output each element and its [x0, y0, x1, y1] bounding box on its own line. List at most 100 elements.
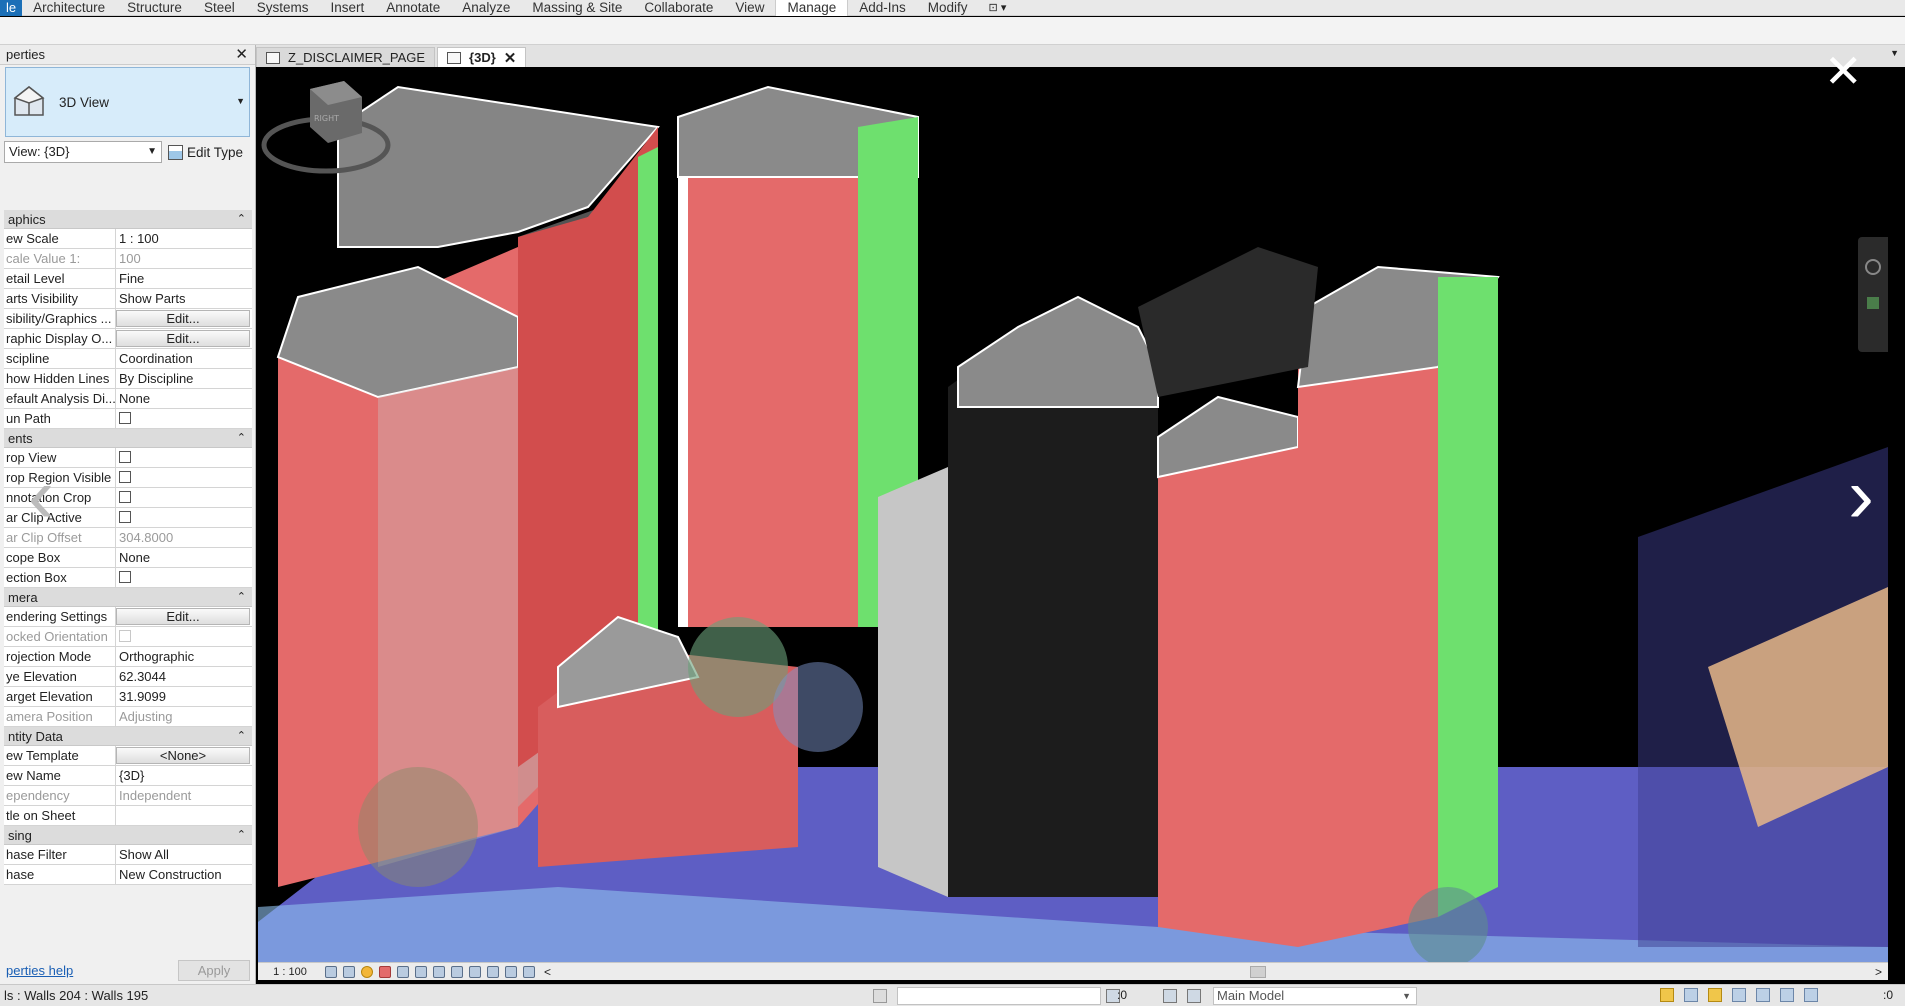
sun-path-icon[interactable] — [361, 965, 373, 978]
crop-view-icon[interactable] — [415, 965, 427, 978]
property-value[interactable]: New Construction — [116, 865, 252, 884]
design-options-icon[interactable] — [1163, 989, 1177, 1003]
detail-level-icon[interactable] — [325, 965, 337, 978]
filter-icon[interactable] — [1804, 988, 1818, 1002]
property-value: 100 — [119, 251, 141, 266]
lock-3d-view-icon[interactable] — [451, 965, 463, 978]
visual-style-icon[interactable] — [343, 965, 355, 978]
property-edit-button[interactable]: <None> — [116, 747, 250, 764]
property-value[interactable]: By Discipline — [116, 369, 252, 388]
property-value[interactable] — [116, 806, 252, 825]
scroll-right-arrow[interactable]: > — [1875, 965, 1882, 979]
select-links-icon[interactable] — [1660, 988, 1674, 1002]
shadows-icon[interactable] — [379, 965, 391, 978]
property-checkbox[interactable] — [119, 451, 131, 463]
instance-view-selector[interactable]: View: {3D} ▼ — [4, 141, 162, 163]
property-group-header[interactable]: aphics ⌃ — [4, 210, 252, 229]
horizontal-scroll-thumb[interactable] — [1250, 966, 1266, 978]
property-group-header[interactable]: ntity Data ⌃ — [4, 727, 252, 746]
viewer-close-icon[interactable]: ✕ — [1824, 48, 1863, 94]
property-value[interactable]: 62.3044 — [116, 667, 252, 686]
active-model-dropdown[interactable]: Main Model ▼ — [1213, 987, 1417, 1005]
select-pinned-icon[interactable] — [1708, 988, 1722, 1002]
property-checkbox[interactable] — [119, 471, 131, 483]
collapse-icon[interactable]: ⌃ — [237, 588, 246, 607]
reveal-hidden-icon[interactable] — [487, 965, 499, 978]
property-value[interactable]: Orthographic — [116, 647, 252, 666]
ribbon-tab-modify[interactable]: Modify — [917, 0, 979, 16]
property-edit-button[interactable]: Edit... — [116, 330, 250, 347]
ribbon-tab-steel[interactable]: Steel — [193, 0, 246, 16]
properties-close-icon[interactable]: ✕ — [235, 45, 248, 65]
temporary-hide-icon[interactable] — [469, 965, 481, 978]
crop-region-icon[interactable] — [433, 965, 445, 978]
type-selector[interactable]: 3D View ▼ — [5, 67, 250, 137]
property-value[interactable]: 31.9099 — [116, 687, 252, 706]
file-tab[interactable]: le — [0, 0, 23, 16]
background-processes-icon[interactable] — [1780, 988, 1794, 1002]
tab-disclaimer-page[interactable]: Z_DISCLAIMER_PAGE — [256, 47, 436, 67]
property-group-header[interactable]: ents ⌃ — [4, 429, 252, 448]
ribbon-tab-view[interactable]: View — [724, 0, 775, 16]
property-value[interactable]: Show Parts — [116, 289, 252, 308]
property-checkbox[interactable] — [119, 511, 131, 523]
ribbon-tab-insert[interactable]: Insert — [319, 0, 375, 16]
property-checkbox[interactable] — [119, 571, 131, 583]
property-value[interactable]: None — [116, 548, 252, 567]
ribbon-tab-massing-site[interactable]: Massing & Site — [521, 0, 633, 16]
steering-wheel-icon[interactable] — [1865, 259, 1881, 275]
worksets-icon[interactable] — [873, 989, 887, 1003]
property-checkbox[interactable] — [119, 491, 131, 503]
ribbon-tab-analyze[interactable]: Analyze — [451, 0, 521, 16]
viewer-next-arrow-icon[interactable]: › — [1848, 450, 1874, 541]
active-design-option-icon[interactable] — [1187, 989, 1201, 1003]
select-underlay-icon[interactable] — [1684, 988, 1698, 1002]
properties-help-link[interactable]: perties help — [6, 963, 73, 978]
property-value[interactable]: Fine — [116, 269, 252, 288]
tab-3d-view[interactable]: {3D} ✕ — [437, 47, 527, 67]
viewcube-icon[interactable]: RIGHT — [258, 67, 394, 177]
zoom-icon[interactable] — [1867, 297, 1879, 309]
active-workset-dropdown[interactable] — [897, 987, 1101, 1005]
ribbon-tab-systems[interactable]: Systems — [246, 0, 320, 16]
property-value[interactable]: None — [116, 389, 252, 408]
rendering-icon[interactable] — [397, 965, 409, 978]
ribbon-tab-collaborate[interactable]: Collaborate — [633, 0, 724, 16]
apply-button[interactable]: Apply — [178, 959, 250, 981]
property-group-header[interactable]: sing ⌃ — [4, 826, 252, 845]
property-value[interactable]: 1 : 100 — [116, 229, 252, 248]
collapse-icon[interactable]: ⌃ — [237, 826, 246, 845]
select-by-face-icon[interactable] — [1732, 988, 1746, 1002]
property-button-cell: Edit... — [116, 309, 252, 328]
status-text: ls : Walls 204 : Walls 195 — [4, 988, 149, 1003]
property-edit-button[interactable]: Edit... — [116, 310, 250, 327]
ribbon-tab-add-ins[interactable]: Add-Ins — [848, 0, 917, 16]
scroll-left-arrow[interactable]: < — [544, 965, 551, 979]
navigation-bar[interactable] — [1858, 237, 1888, 352]
ribbon-tab-architecture[interactable]: Architecture — [22, 0, 116, 16]
property-checkbox[interactable] — [119, 412, 131, 424]
edit-type-button[interactable]: Edit Type — [168, 144, 243, 160]
type-dropdown-arrow-icon[interactable]: ▼ — [236, 96, 245, 106]
analytical-model-icon[interactable] — [505, 965, 517, 978]
ribbon-tab-structure[interactable]: Structure — [116, 0, 193, 16]
highlight-displacement-icon[interactable] — [523, 965, 535, 978]
viewer-prev-arrow-icon[interactable]: ‹ — [28, 450, 54, 541]
collapse-icon[interactable]: ⌃ — [237, 429, 246, 448]
collapse-icon[interactable]: ⌃ — [237, 210, 246, 229]
ribbon-tab-annotate[interactable]: Annotate — [375, 0, 451, 16]
property-checkbox-cell — [116, 468, 252, 487]
drag-elements-icon[interactable] — [1756, 988, 1770, 1002]
collapse-icon[interactable]: ⌃ — [237, 727, 246, 746]
property-value[interactable]: {3D} — [116, 766, 252, 785]
property-value[interactable]: Coordination — [116, 349, 252, 368]
property-edit-button[interactable]: Edit... — [116, 608, 250, 625]
view-scale[interactable]: 1 : 100 — [258, 966, 322, 978]
property-group-header[interactable]: mera ⌃ — [4, 588, 252, 607]
3d-viewport[interactable]: RIGHT — [258, 67, 1888, 962]
ribbon-options-dropdown[interactable]: ⊡ ▾ — [979, 1, 1017, 14]
tab-menu-arrow-icon[interactable]: ▼ — [1890, 48, 1899, 58]
property-value[interactable]: Show All — [116, 845, 252, 864]
ribbon-tab-manage[interactable]: Manage — [775, 0, 849, 16]
close-tab-icon[interactable]: ✕ — [504, 49, 517, 67]
